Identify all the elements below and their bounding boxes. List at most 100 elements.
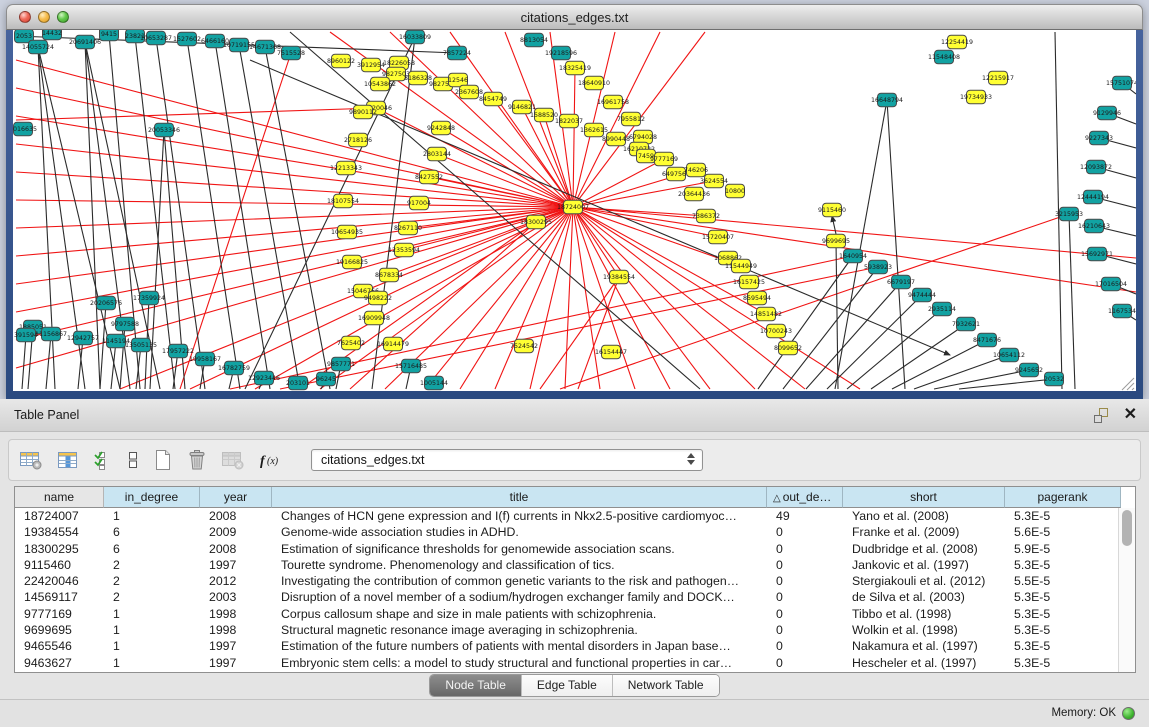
graph-node[interactable]: 16033809 [399, 30, 431, 44]
graph-node[interactable]: 20053346 [148, 123, 180, 137]
column-header-indegree[interactable]: in_degree [104, 487, 200, 508]
column-header-year[interactable]: year [200, 487, 272, 508]
graph-node[interactable]: 2935114 [928, 302, 956, 316]
graph-node[interactable]: 15720407 [702, 230, 734, 244]
column-header-pagerank[interactable]: pagerank [1005, 487, 1121, 508]
table-row[interactable]: 1938455462009Genome-wide association stu… [15, 524, 1135, 540]
table-row[interactable]: 977716911998Corpus callosum shape and si… [15, 606, 1135, 622]
graph-node[interactable]: 1362615 [580, 123, 608, 137]
graph-node[interactable]: 12093872 [1080, 160, 1112, 174]
graph-node[interactable]: 12942757 [67, 331, 99, 345]
graph-node[interactable]: 14432 [42, 30, 62, 40]
graph-node[interactable]: 203101 [286, 376, 310, 390]
tab-node-table[interactable]: Node Table [430, 675, 521, 696]
graph-node[interactable]: 8427552 [415, 170, 443, 184]
graph-node[interactable]: 10700243 [760, 324, 792, 338]
graph-node[interactable]: 1588520 [530, 108, 558, 122]
table-row[interactable]: 946362711997Embryonic stem cells: a mode… [15, 655, 1135, 671]
create-table-icon[interactable] [153, 449, 173, 471]
function-builder-icon[interactable]: f (x) [258, 450, 284, 470]
vertical-scrollbar[interactable] [1118, 508, 1135, 672]
graph-node[interactable]: 8454749 [479, 92, 507, 106]
zoom-window-icon[interactable] [57, 11, 69, 23]
graph-node[interactable]: 9797588 [111, 317, 139, 331]
graph-node[interactable]: 18107554 [327, 194, 359, 208]
graph-node[interactable]: 16914479 [377, 337, 409, 351]
graph-node[interactable]: 3912954 [357, 58, 385, 72]
graph-node[interactable]: 15692971 [1081, 247, 1113, 261]
graph-node[interactable]: 8471676 [973, 333, 1001, 347]
graph-node[interactable]: 96245 [316, 372, 336, 386]
graph-node[interactable]: 7515528 [277, 46, 305, 60]
graph-node[interactable]: 9245652 [1015, 363, 1043, 377]
table-row[interactable]: 946554611997Estimation of the future num… [15, 638, 1135, 654]
graph-node[interactable]: 9242848 [427, 121, 455, 135]
scrollbar-thumb[interactable] [1122, 510, 1132, 546]
graph-node[interactable]: 7857224 [443, 46, 471, 60]
tab-network-table[interactable]: Network Table [612, 675, 719, 696]
graph-node[interactable]: 9777169 [650, 152, 678, 166]
graph-node[interactable]: 9227343 [1085, 131, 1113, 145]
minimize-window-icon[interactable] [38, 11, 50, 23]
graph-node[interactable]: 16210643 [1078, 219, 1110, 233]
graph-node[interactable]: 12254419 [941, 35, 973, 49]
browse-columns-icon[interactable] [56, 450, 80, 470]
graph-node[interactable]: 8678334 [375, 268, 403, 282]
graph-node[interactable]: 9415 [100, 30, 119, 41]
graph-node[interactable]: 16648794 [871, 93, 903, 107]
float-panel-icon[interactable] [1092, 407, 1109, 424]
graph-node[interactable]: 19218596 [545, 46, 577, 60]
graph-node[interactable]: 9498222 [364, 291, 392, 305]
column-header-title[interactable]: title [272, 487, 767, 508]
delete-trash-icon[interactable] [186, 449, 208, 471]
graph-node[interactable]: 12213343 [330, 161, 362, 175]
row-height-icon[interactable] [126, 450, 140, 470]
graph-node[interactable]: 8990448 [602, 132, 630, 146]
graph-node[interactable]: 8960122 [327, 54, 355, 68]
column-header-short[interactable]: short [843, 487, 1005, 508]
tab-edge-table[interactable]: Edge Table [521, 675, 612, 696]
graph-node[interactable]: 9699695 [822, 234, 850, 248]
graph-node[interactable]: 16154447 [595, 345, 627, 359]
graph-node[interactable]: 2803144 [423, 147, 451, 161]
graph-node[interactable]: 12215917 [982, 71, 1014, 85]
graph-node[interactable]: 2718126 [344, 133, 372, 147]
graph-node[interactable]: 5938923 [864, 260, 892, 274]
graph-node[interactable]: 16157425 [733, 275, 765, 289]
graph-node[interactable]: 8267110 [394, 221, 422, 235]
graph-node[interactable]: 19734933 [960, 90, 992, 104]
graph-node[interactable]: 12353594 [388, 243, 420, 257]
graph-node[interactable]: 917004 [407, 196, 431, 210]
graph-node[interactable]: 8595494 [743, 291, 771, 305]
graph-node[interactable]: 1822037 [555, 114, 583, 128]
graph-node[interactable]: 746206 [684, 163, 708, 177]
memory-ok-icon[interactable] [1122, 707, 1135, 720]
graph-node[interactable]: 8186328 [404, 71, 432, 85]
graph-node[interactable]: 7932621 [952, 317, 980, 331]
table-row[interactable]: 911546021997Tourette syndrome. Phenomeno… [15, 557, 1135, 573]
graph-node[interactable]: 9857771 [327, 357, 355, 371]
graph-node[interactable]: 20691406 [69, 35, 101, 49]
table-row[interactable]: 1830029562008Estimation of significance … [15, 541, 1135, 557]
graph-node[interactable]: 9890112 [349, 105, 377, 119]
graph-node[interactable]: 3624554 [700, 174, 728, 188]
graph-node[interactable]: 3215953 [1055, 207, 1083, 221]
table-selector-dropdown[interactable]: citations_edges.txt [311, 449, 703, 471]
graph-node[interactable]: 2016635 [13, 122, 37, 136]
graph-node[interactable]: 10654112 [993, 348, 1025, 362]
window-titlebar[interactable]: citations_edges.txt [6, 4, 1143, 30]
graph-node[interactable]: 11548408 [928, 50, 960, 64]
graph-node[interactable]: 1640954 [839, 249, 867, 263]
graph-node[interactable]: 7386372 [692, 209, 720, 223]
table-row[interactable]: 1456911722003Disruption of a novel membe… [15, 589, 1135, 605]
network-canvas[interactable]: 2053144321405572420691406941523821106532… [13, 30, 1136, 391]
graph-node[interactable]: 9474444 [908, 288, 936, 302]
graph-node[interactable]: 8813054 [520, 33, 548, 47]
table-row[interactable]: 969969511998Structural magnetic resonanc… [15, 622, 1135, 638]
close-panel-icon[interactable]: ✕ [1124, 404, 1137, 426]
table-row[interactable]: 1872400712008Changes of HCN gene express… [15, 508, 1135, 524]
graph-node[interactable]: 18640910 [578, 76, 610, 90]
graph-node[interactable]: 17359924 [133, 291, 165, 305]
graph-node[interactable]: 14851482 [750, 307, 782, 321]
graph-node[interactable]: 7625402 [337, 336, 365, 350]
